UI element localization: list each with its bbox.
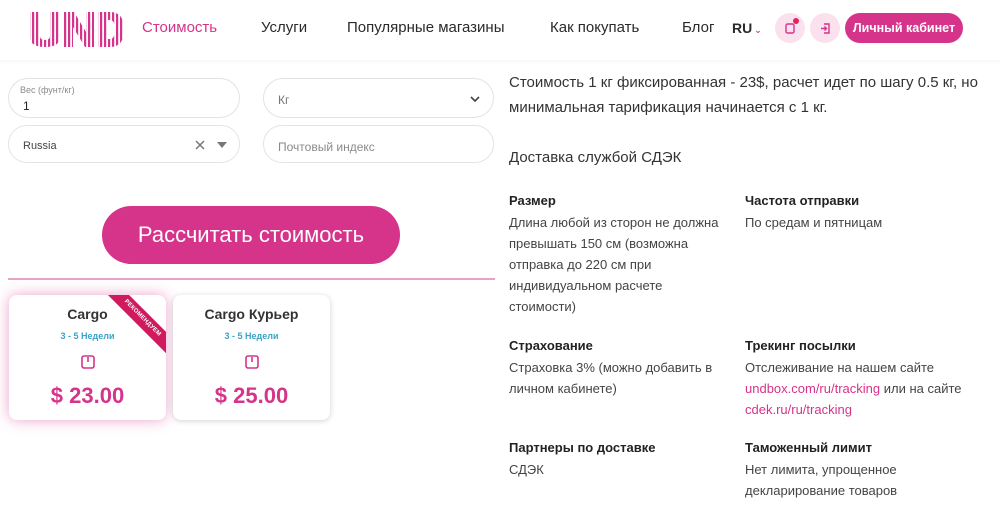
calculate-cost-button[interactable]: Рассчитать стоимость [102,206,400,264]
notification-dot [793,18,799,24]
tariff-term: 3 - 5 Недели [60,331,115,341]
tariff-card-cargo-courier[interactable]: Cargo Курьер 3 - 5 Недели $ 25.00 [173,295,330,420]
info-text: Отслеживание на нашем сайте undbox.com/r… [745,357,965,420]
header: Стоимость Услуги Популярные магазины Как… [0,0,1000,60]
postal-code-placeholder: Почтовый индекс [278,140,375,154]
info-title: Страхование [509,338,593,353]
info-title: Частота отправки [745,193,860,208]
weight-field[interactable]: Вес (фунт/кг) 1 [8,78,240,118]
language-selector[interactable]: RU ⌄ [732,20,762,36]
info-customs: Таможенный лимит Нет лимита, упрощенное … [745,437,965,501]
info-partners: Партнеры по доставке СДЭК [509,437,729,480]
tracking-text-2: или на сайте [883,381,962,396]
nav-item-blog[interactable]: Блог [682,19,714,36]
info-title: Размер [509,193,556,208]
info-frequency: Частота отправки По средам и пятницам [745,190,965,233]
country-select[interactable]: Russia [8,125,240,163]
clear-icon[interactable] [195,140,205,150]
info-title: Трекинг посылки [745,338,856,353]
personal-cabinet-button[interactable]: Личный кабинет [845,13,963,43]
weight-field-label: Вес (фунт/кг) [20,85,75,95]
tariff-title: Cargo Курьер [204,306,299,322]
tariff-price: $ 23.00 [50,383,125,408]
tariff-price: $ 25.00 [214,383,289,408]
weight-value: 1 [23,99,30,113]
nav-item-how-to-buy[interactable]: Как покупать [550,19,639,36]
package-icon [244,355,259,369]
info-text: По средам и пятницам [745,215,883,230]
tariff-term: 3 - 5 Недели [224,331,279,341]
tracking-text-1: Отслеживание на нашем сайте [745,360,934,375]
postal-code-input[interactable]: Почтовый индекс [263,125,494,163]
nav-item-services[interactable]: Услуги [261,19,307,36]
caret-down-icon[interactable] [217,142,227,149]
info-title: Партнеры по доставке [509,440,656,455]
info-insurance: Страхование Страховка 3% (можно добавить… [509,335,729,399]
info-text: СДЭК [509,462,544,477]
info-text: Нет лимита, упрощенное декларирование то… [745,462,898,498]
login-button[interactable] [810,13,840,43]
info-tracking: Трекинг посылки Отслеживание на нашем са… [745,335,965,420]
package-icon [80,355,95,369]
page: Стоимость Услуги Популярные магазины Как… [0,0,1000,506]
unit-value: Кг [278,93,290,107]
notifications-button[interactable] [775,13,805,43]
language-code: RU [732,20,753,36]
chevron-down-icon [470,96,480,103]
nav-item-popular-stores[interactable]: Популярные магазины [347,19,505,36]
country-value: Russia [23,140,57,152]
delivery-heading: Доставка службой СДЭК [509,149,682,166]
info-text: Длина любой из сторон не должна превышат… [509,215,719,314]
info-text: Страховка 3% (можно добавить в личном ка… [509,360,713,396]
divider [8,278,495,280]
cdek-tracking-link[interactable]: cdek.ru/ru/tracking [745,402,852,417]
logo[interactable] [28,10,126,48]
chevron-down-icon: ⌄ [754,25,762,35]
login-icon [820,22,830,34]
undbox-tracking-link[interactable]: undbox.com/ru/tracking [745,381,880,396]
info-size: Размер Длина любой из сторон не должна п… [509,190,729,317]
pricing-description: Стоимость 1 кг фиксированная - 23$, расч… [509,74,978,116]
unit-select[interactable]: Кг [263,78,494,118]
recommended-ribbon: РЕКОМЕНДУЕМ [102,295,166,358]
info-title: Таможенный лимит [745,440,872,455]
nav-item-cost[interactable]: Стоимость [142,19,217,36]
tariff-card-cargo[interactable]: РЕКОМЕНДУЕМ Cargo 3 - 5 Недели $ 23.00 [9,295,166,420]
tariff-title: Cargo [67,306,108,322]
